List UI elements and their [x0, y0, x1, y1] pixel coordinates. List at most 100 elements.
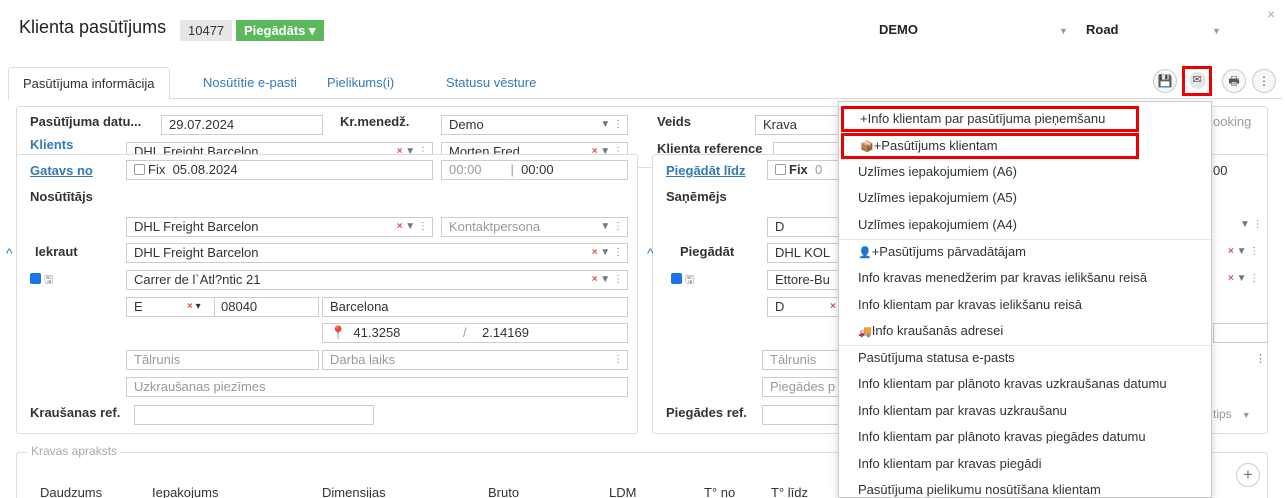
phone-field[interactable]: Tālrunis: [126, 350, 319, 370]
col-packaging: Iepakojums: [152, 485, 219, 498]
sender-label: Nosūtītājs: [30, 189, 93, 204]
tab-status-history[interactable]: Statusu vēsture: [446, 67, 536, 99]
email-button[interactable]: ✉: [1182, 66, 1212, 96]
save-button[interactable]: 💾: [1153, 69, 1177, 93]
menu-item-label: Info kraušanās adresei: [871, 323, 1004, 338]
collapse-icon[interactable]: ^: [647, 245, 654, 261]
tab-sent-emails[interactable]: Nosūtītie e-pasti: [203, 67, 297, 99]
clear-icon: × ▼ ⋮: [591, 247, 623, 258]
contact-person-select[interactable]: Kontaktpersona ▼ ⋮: [441, 217, 628, 237]
deliver-select[interactable]: DHL KOL: [767, 243, 840, 263]
menu-item-client-trip-info[interactable]: Info klientam par kravas ielikšanu reisā: [839, 292, 1211, 318]
col-temp-to: T° līdz: [771, 485, 808, 498]
cargo-legend: Kravas apraksts: [28, 444, 121, 458]
loading-ref-field[interactable]: [134, 405, 374, 425]
menu-item-order-to-carrier[interactable]: 👤+Pasūtījums pārvadātājam: [839, 239, 1211, 265]
country-select[interactable]: E × ▾ 08040: [126, 297, 319, 317]
transport-type-select[interactable]: Road ▼: [1086, 18, 1236, 42]
menu-item-labels-a5[interactable]: Uzlīmes iepakojumiem (A5): [839, 185, 1211, 211]
menu-item-labels-a6[interactable]: Uzlīmes iepakojumiem (A6): [839, 159, 1211, 185]
delivery-ref-field[interactable]: [762, 405, 840, 425]
fix-checkbox[interactable]: [775, 164, 786, 175]
ready-from-date[interactable]: Fix 05.08.2024: [126, 160, 433, 180]
delivery-coord-field[interactable]: [1213, 323, 1268, 343]
col-ldm: LDM: [609, 485, 637, 498]
print-button[interactable]: 🖶: [1222, 69, 1246, 93]
menu-item-manager-info[interactable]: Info kravas menedžerim par kravas ielikš…: [839, 265, 1211, 291]
address-select[interactable]: Carrer de l`Atl?ntic 21 × ▼ ⋮: [126, 270, 628, 290]
delivery-address-select[interactable]: Ettore-Bu: [767, 270, 840, 290]
order-date-field[interactable]: 29.07.2024: [161, 115, 323, 135]
longitude-value: 2.14169: [482, 325, 529, 340]
client-link[interactable]: Klients: [30, 137, 73, 152]
manager-select[interactable]: Demo ▼ ⋮: [441, 115, 628, 135]
delivery-phone-field[interactable]: Tālrunis: [762, 350, 840, 370]
company-select[interactable]: DEMO ▼: [879, 18, 1099, 42]
col-quantity: Daudzums: [40, 485, 103, 498]
delivery-ref-label: Piegādes ref.: [666, 405, 747, 420]
time-to: 00:00: [521, 162, 554, 177]
menu-item-planned-loading[interactable]: Info klientam par plānoto kravas uzkrauš…: [839, 371, 1211, 397]
loading-notes-field[interactable]: Uzkraušanas piezīmes: [126, 377, 628, 397]
menu-item-loading[interactable]: Info klientam par kravas uzkraušanu: [839, 398, 1211, 424]
fix-checkbox[interactable]: [134, 164, 145, 175]
menu-item-planned-delivery[interactable]: Info klientam par plānoto kravas piegāde…: [839, 424, 1211, 450]
tab-bar: Pasūtījuma informācija Nosūtītie e-pasti…: [8, 67, 1282, 100]
address-checkbox[interactable]: 🖫: [30, 271, 53, 290]
receiver-select[interactable]: D: [767, 217, 840, 237]
mail-icon: ✉: [1188, 72, 1206, 89]
load-select[interactable]: DHL Freight Barcelon × ▼ ⋮: [126, 243, 628, 263]
menu-item-labels-a4[interactable]: Uzlīmes iepakojumiem (A4): [839, 212, 1211, 238]
menu-item-status-email[interactable]: Pasūtījuma statusa e-pasts: [839, 345, 1211, 371]
order-date-label: Pasūtījuma datu...: [30, 114, 142, 129]
sender-select[interactable]: DHL Freight Barcelon × ▼ ⋮: [126, 217, 433, 237]
more-icon: ⋮: [613, 354, 623, 365]
booking-label: ooking: [1213, 114, 1252, 129]
menu-item-delivery[interactable]: Info klientam par kravas piegādi: [839, 451, 1211, 477]
delivery-notes-field[interactable]: Piegādes p: [762, 377, 840, 397]
add-cargo-button[interactable]: +: [1236, 463, 1260, 487]
ready-time-range[interactable]: 00:00 | 00:00: [441, 160, 628, 180]
address-value: Carrer de l`Atl?ntic 21: [134, 272, 261, 287]
coordinates-field[interactable]: 📍 41.3258 / 2.14169: [322, 323, 628, 343]
latitude-value: 41.3258: [353, 325, 401, 340]
save-icon: 💾: [1157, 74, 1173, 88]
hours-field[interactable]: Darba laiks ⋮: [322, 350, 628, 370]
company-select-value: DEMO: [879, 22, 918, 37]
status-dropdown[interactable]: Piegādāts ▾: [236, 20, 324, 41]
delivery-country-select[interactable]: D ×: [767, 297, 840, 317]
time-from: 00:00: [449, 162, 482, 177]
email-dropdown-menu: +Info klientam par pasūtījuma pieņemšanu…: [838, 101, 1212, 498]
menu-item-attachments[interactable]: Pasūtījuma pielikumu nosūtīšana klientam: [839, 477, 1211, 498]
close-icon[interactable]: ×: [1267, 6, 1275, 22]
menu-item-loading-address[interactable]: 🚚Info kraušanās adresei: [839, 318, 1211, 344]
col-temp-from: T° no: [704, 485, 736, 498]
tab-order-info[interactable]: Pasūtījuma informācija: [8, 67, 170, 100]
chevron-down-icon: ▼: [1059, 26, 1068, 36]
clear-icon: × ▼ ⋮: [1228, 246, 1260, 257]
menu-item-order-acceptance[interactable]: +Info klientam par pasūtījuma pieņemšanu: [841, 106, 1139, 132]
tips-select[interactable]: tips ▼: [1213, 407, 1251, 421]
clear-icon: × ▼ ⋮: [1228, 273, 1260, 284]
more-icon: ⋮: [1258, 74, 1270, 88]
load-value: DHL Freight Barcelon: [134, 245, 259, 260]
tab-attachments[interactable]: Pielikums(i): [327, 67, 394, 99]
deliver-label: Piegādāt: [680, 244, 735, 259]
load-label: Iekraut: [35, 244, 78, 259]
city-field[interactable]: Barcelona: [322, 297, 628, 317]
deliver-until-link[interactable]: Piegādāt līdz: [666, 163, 745, 178]
type-select[interactable]: Krava: [755, 115, 840, 135]
clear-icon: × ▾: [187, 301, 201, 312]
collapse-icon[interactable]: ^: [6, 245, 13, 261]
deliver-until-date[interactable]: Fix 0: [767, 160, 840, 180]
type-label: Veids: [657, 114, 691, 129]
ready-from-link[interactable]: Gatavs no: [30, 163, 93, 178]
address-checkbox[interactable]: 🖫: [671, 271, 694, 290]
menu-item-label: +Pasūtījums klientam: [873, 138, 998, 153]
map-pin-icon: 📍: [330, 325, 347, 340]
chevron-down-icon: ▼ ⋮: [600, 221, 623, 232]
clear-icon: × ▼ ⋮: [591, 274, 623, 285]
more-button[interactable]: ⋮: [1252, 69, 1276, 93]
menu-item-order-to-client[interactable]: 📦+Pasūtījums klientam: [841, 133, 1139, 159]
truck-icon: 🚚: [858, 326, 872, 338]
